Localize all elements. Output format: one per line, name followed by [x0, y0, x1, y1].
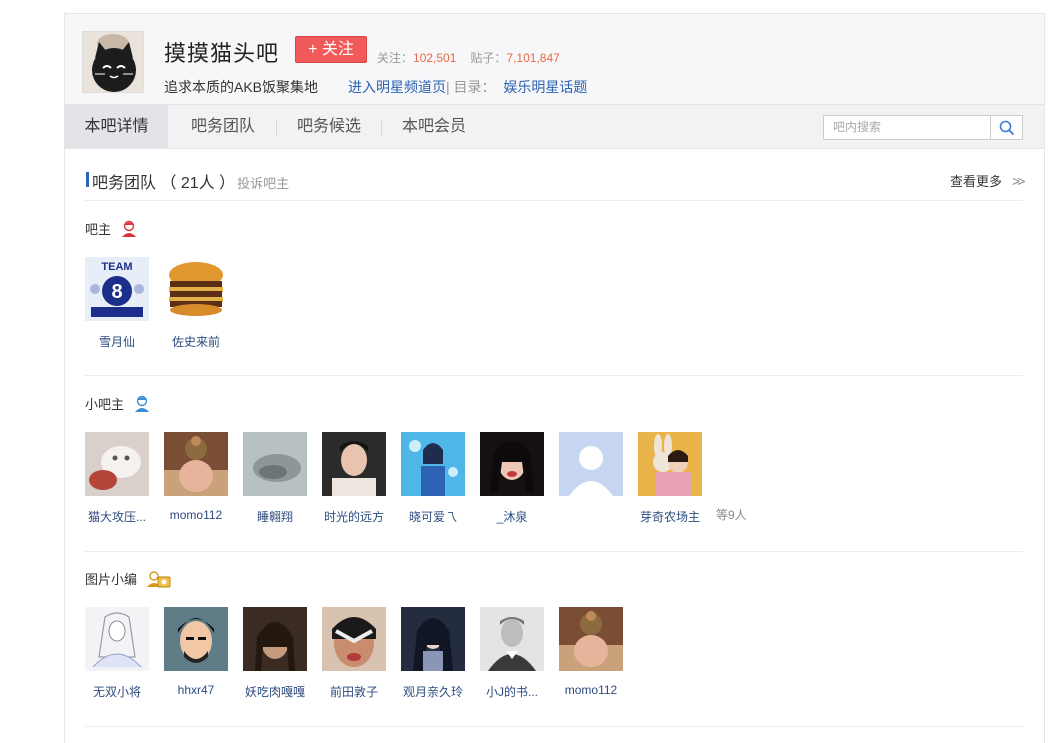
member-name[interactable]: hhxr47	[161, 683, 231, 697]
member-name[interactable]: 前田敦子	[319, 683, 389, 700]
member-card[interactable]	[556, 432, 626, 508]
tab-forum-details[interactable]: 本吧详情	[65, 105, 168, 149]
avatar[interactable]	[243, 432, 307, 496]
avatar[interactable]	[243, 607, 307, 671]
followers-count: 102,501	[413, 51, 457, 65]
tab-members[interactable]: 本吧会员	[384, 105, 484, 149]
member-name[interactable]: 无双小将	[82, 683, 152, 700]
member-card[interactable]: _沐泉	[477, 432, 547, 525]
category-label: | 目录：	[446, 79, 496, 95]
member-card[interactable]: 佐史来前	[161, 257, 231, 350]
tab-team[interactable]: 吧务团队	[173, 105, 273, 149]
avatar[interactable]	[401, 607, 465, 671]
group-sub-owner-label: 小吧主	[85, 397, 125, 412]
member-card[interactable]: 妖吃肉嘎嘎	[240, 607, 310, 700]
complain-link[interactable]: 投诉吧主	[237, 176, 289, 191]
member-card[interactable]: 芽奇农场主	[635, 432, 705, 525]
group-title-owner: 吧主	[85, 219, 137, 241]
double-chevron-icon: >>	[1012, 173, 1025, 189]
member-name[interactable]: 妖吃肉嘎嘎	[240, 683, 310, 700]
avatar[interactable]	[164, 607, 228, 671]
tab-candidates[interactable]: 吧务候选	[279, 105, 379, 149]
divider	[85, 375, 1023, 376]
member-card[interactable]: 观月亲久玲	[398, 607, 468, 700]
sub-owner-badge-icon	[134, 395, 150, 416]
owner-badge-icon	[121, 220, 137, 241]
member-name[interactable]: 猫大攻压...	[82, 508, 152, 525]
group-owner-label: 吧主	[85, 222, 112, 237]
forum-title: 摸摸猫头吧	[164, 41, 280, 66]
more-members-count[interactable]: 等9人	[716, 506, 747, 523]
member-name[interactable]: 时光的远方	[319, 508, 389, 525]
search-button[interactable]	[991, 115, 1023, 140]
view-more-label: 查看更多	[950, 174, 1003, 189]
forum-avatar[interactable]	[82, 31, 144, 93]
avatar[interactable]	[401, 432, 465, 496]
category-link[interactable]: 娱乐明星话题	[503, 79, 587, 95]
avatar[interactable]	[164, 257, 228, 321]
member-name[interactable]: 芽奇农场主	[635, 508, 705, 525]
member-card[interactable]: 晓可爱乁	[398, 432, 468, 525]
member-card[interactable]: 猫大攻压...	[82, 432, 152, 525]
posts-label: 贴子：	[470, 51, 507, 65]
member-card[interactable]: TEAM 8 雪月仙	[82, 257, 152, 350]
member-card[interactable]: 小J的书...	[477, 607, 547, 700]
member-name[interactable]: 佐史来前	[161, 333, 231, 350]
forum-panel: 摸摸猫头吧 + 关注 关注：102,501 贴子：7,101,847 追求本质的A…	[64, 13, 1045, 743]
avatar[interactable]	[480, 432, 544, 496]
member-card[interactable]: 无双小将	[82, 607, 152, 700]
member-name[interactable]: 睡翱翔	[240, 508, 310, 525]
member-card[interactable]: hhxr47	[161, 607, 231, 697]
avatar[interactable]	[164, 432, 228, 496]
posts-count: 7,101,847	[506, 51, 560, 65]
member-name[interactable]: 小J的书...	[477, 683, 547, 700]
avatar[interactable]: TEAM 8	[85, 257, 149, 321]
forum-nav: 本吧详情 吧务团队 吧务候选 本吧会员 吧内搜索	[65, 104, 1044, 149]
member-card[interactable]: momo112	[161, 432, 231, 522]
follow-button[interactable]: + 关注	[295, 36, 367, 63]
group-photo-editor-label: 图片小编	[85, 572, 138, 587]
member-card[interactable]: 前田敦子	[319, 607, 389, 700]
team-section-title: 吧务团队 （ 21人 ）投诉吧主	[86, 169, 289, 193]
tab-divider	[276, 121, 277, 135]
star-channel-link[interactable]: 进入明星频道页	[348, 79, 446, 95]
member-name[interactable]: _沐泉	[477, 508, 547, 525]
group-title-photo-editor: 图片小编	[85, 569, 171, 591]
forum-meta: 进入明星频道页| 目录： 娱乐明星话题	[348, 77, 587, 97]
group-title-sub-owner: 小吧主	[85, 394, 150, 416]
forum-slogan: 追求本质的AKB饭聚集地	[164, 79, 319, 95]
avatar[interactable]	[85, 607, 149, 671]
tab-divider	[381, 121, 382, 135]
svg-text:TEAM: TEAM	[101, 261, 132, 273]
member-name[interactable]: 晓可爱乁	[398, 508, 468, 525]
member-name[interactable]: 雪月仙	[82, 333, 152, 350]
divider	[85, 551, 1023, 552]
photo-editor-badge-icon	[146, 570, 171, 591]
forum-search-input[interactable]: 吧内搜索	[823, 115, 991, 140]
divider	[85, 200, 1023, 201]
avatar[interactable]	[322, 607, 386, 671]
forum-stats: 关注：102,501 贴子：7,101,847	[377, 49, 574, 66]
search-icon	[999, 120, 1015, 136]
member-name[interactable]: momo112	[556, 683, 626, 697]
avatar[interactable]	[559, 607, 623, 671]
title-accent-bar	[86, 172, 89, 187]
avatar[interactable]	[85, 432, 149, 496]
member-card[interactable]: 睡翱翔	[240, 432, 310, 525]
avatar[interactable]	[638, 432, 702, 496]
avatar[interactable]	[322, 432, 386, 496]
view-more-link[interactable]: 查看更多 >>	[950, 171, 1025, 190]
team-title: 吧务团队 （ 21人 ）	[92, 175, 236, 192]
svg-text:8: 8	[111, 281, 122, 303]
member-card[interactable]: momo112	[556, 607, 626, 697]
followers-label: 关注：	[377, 51, 414, 65]
default-avatar-icon[interactable]	[559, 432, 623, 496]
divider	[85, 726, 1023, 727]
member-name[interactable]: 观月亲久玲	[398, 683, 468, 700]
member-name[interactable]: momo112	[161, 508, 231, 522]
member-card[interactable]: 时光的远方	[319, 432, 389, 525]
forum-header: 摸摸猫头吧 + 关注 关注：102,501 贴子：7,101,847 追求本质的A…	[65, 14, 1044, 104]
avatar[interactable]	[480, 607, 544, 671]
